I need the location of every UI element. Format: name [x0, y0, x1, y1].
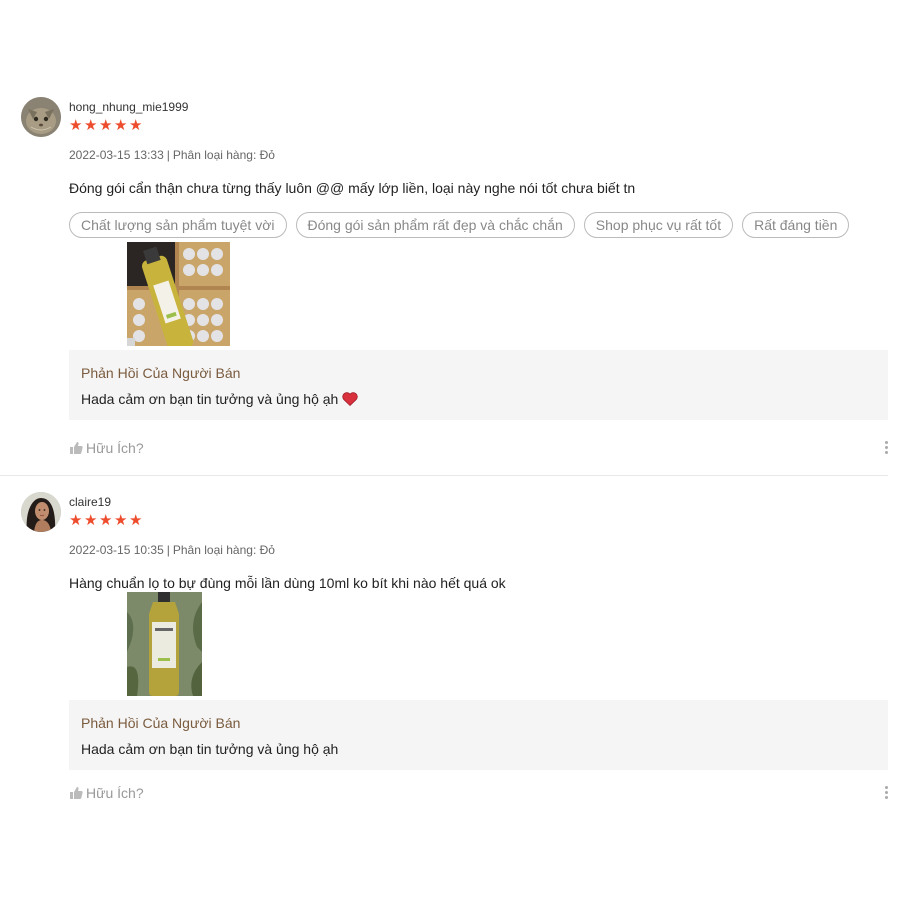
variation: Phân loại hàng: Đỏ: [172, 148, 275, 162]
more-vertical-icon[interactable]: [880, 784, 892, 802]
review-comment: Đóng gói cẩn thận chưa từng thấy luôn @@…: [69, 180, 636, 196]
star-icon: ★: [129, 117, 143, 134]
thumbs-up-icon: [70, 442, 83, 454]
avatar[interactable]: [21, 97, 61, 137]
heart-icon: [342, 392, 359, 409]
username: hong_nhung_mie1999: [69, 100, 189, 114]
meta-separator: |: [166, 543, 170, 557]
more-vertical-icon[interactable]: [880, 439, 892, 457]
review-tag: Shop phục vụ rất tốt: [583, 212, 734, 238]
review-photo[interactable]: [127, 242, 230, 346]
seller-reply: Phản Hồi Của Người Bán Hada cảm ơn bạn t…: [69, 350, 888, 420]
helpful-button[interactable]: Hữu Ích?: [69, 440, 144, 456]
rating-stars: ★ ★ ★ ★ ★: [69, 513, 144, 529]
helpful-label: Hữu Ích?: [86, 785, 144, 801]
seller-reply: Phản Hồi Của Người Bán Hada cảm ơn bạn t…: [69, 700, 888, 770]
review-tag: Rất đáng tiền: [742, 212, 850, 238]
review-date: 2022-03-15 10:35: [69, 543, 164, 557]
seller-reply-title: Phản Hồi Của Người Bán: [81, 365, 241, 381]
review-meta: 2022-03-15 10:35 | Phân loại hàng: Đỏ: [69, 543, 275, 557]
helpful-button[interactable]: Hữu Ích?: [69, 785, 144, 801]
review-tag: Đóng gói sản phẩm rất đẹp và chắc chắn: [295, 212, 575, 238]
seller-reply-title: Phản Hồi Của Người Bán: [81, 715, 241, 731]
star-icon: ★: [114, 117, 128, 134]
review-tag: Chất lượng sản phẩm tuyệt vời: [69, 212, 287, 238]
review-tags: Chất lượng sản phẩm tuyệt vời Đóng gói s…: [69, 212, 850, 238]
review-date: 2022-03-15 13:33: [69, 148, 164, 162]
star-icon: ★: [114, 512, 128, 529]
review-meta: 2022-03-15 13:33 | Phân loại hàng: Đỏ: [69, 148, 275, 162]
avatar[interactable]: [21, 492, 61, 532]
helpful-label: Hữu Ích?: [86, 440, 144, 456]
star-icon: ★: [84, 117, 98, 134]
star-icon: ★: [84, 512, 98, 529]
thumbs-up-icon: [70, 787, 83, 799]
star-icon: ★: [69, 117, 83, 134]
divider: [0, 475, 888, 476]
star-icon: ★: [99, 512, 113, 529]
review-photo[interactable]: [127, 592, 202, 696]
meta-separator: |: [166, 148, 170, 162]
rating-stars: ★ ★ ★ ★ ★: [69, 118, 144, 134]
star-icon: ★: [99, 117, 113, 134]
seller-reply-text: Hada cảm ơn bạn tin tưởng và ủng hộ ạh: [81, 741, 339, 757]
seller-reply-text: Hada cảm ơn bạn tin tưởng và ủng hộ ạh: [81, 391, 359, 409]
username: claire19: [69, 495, 112, 509]
star-icon: ★: [69, 512, 83, 529]
seller-reply-message: Hada cảm ơn bạn tin tưởng và ủng hộ ạh: [81, 391, 339, 407]
review-comment: Hàng chuẩn lọ to bự đùng mỗi lần dùng 10…: [69, 575, 506, 591]
variation: Phân loại hàng: Đỏ: [172, 543, 275, 557]
star-icon: ★: [129, 512, 143, 529]
